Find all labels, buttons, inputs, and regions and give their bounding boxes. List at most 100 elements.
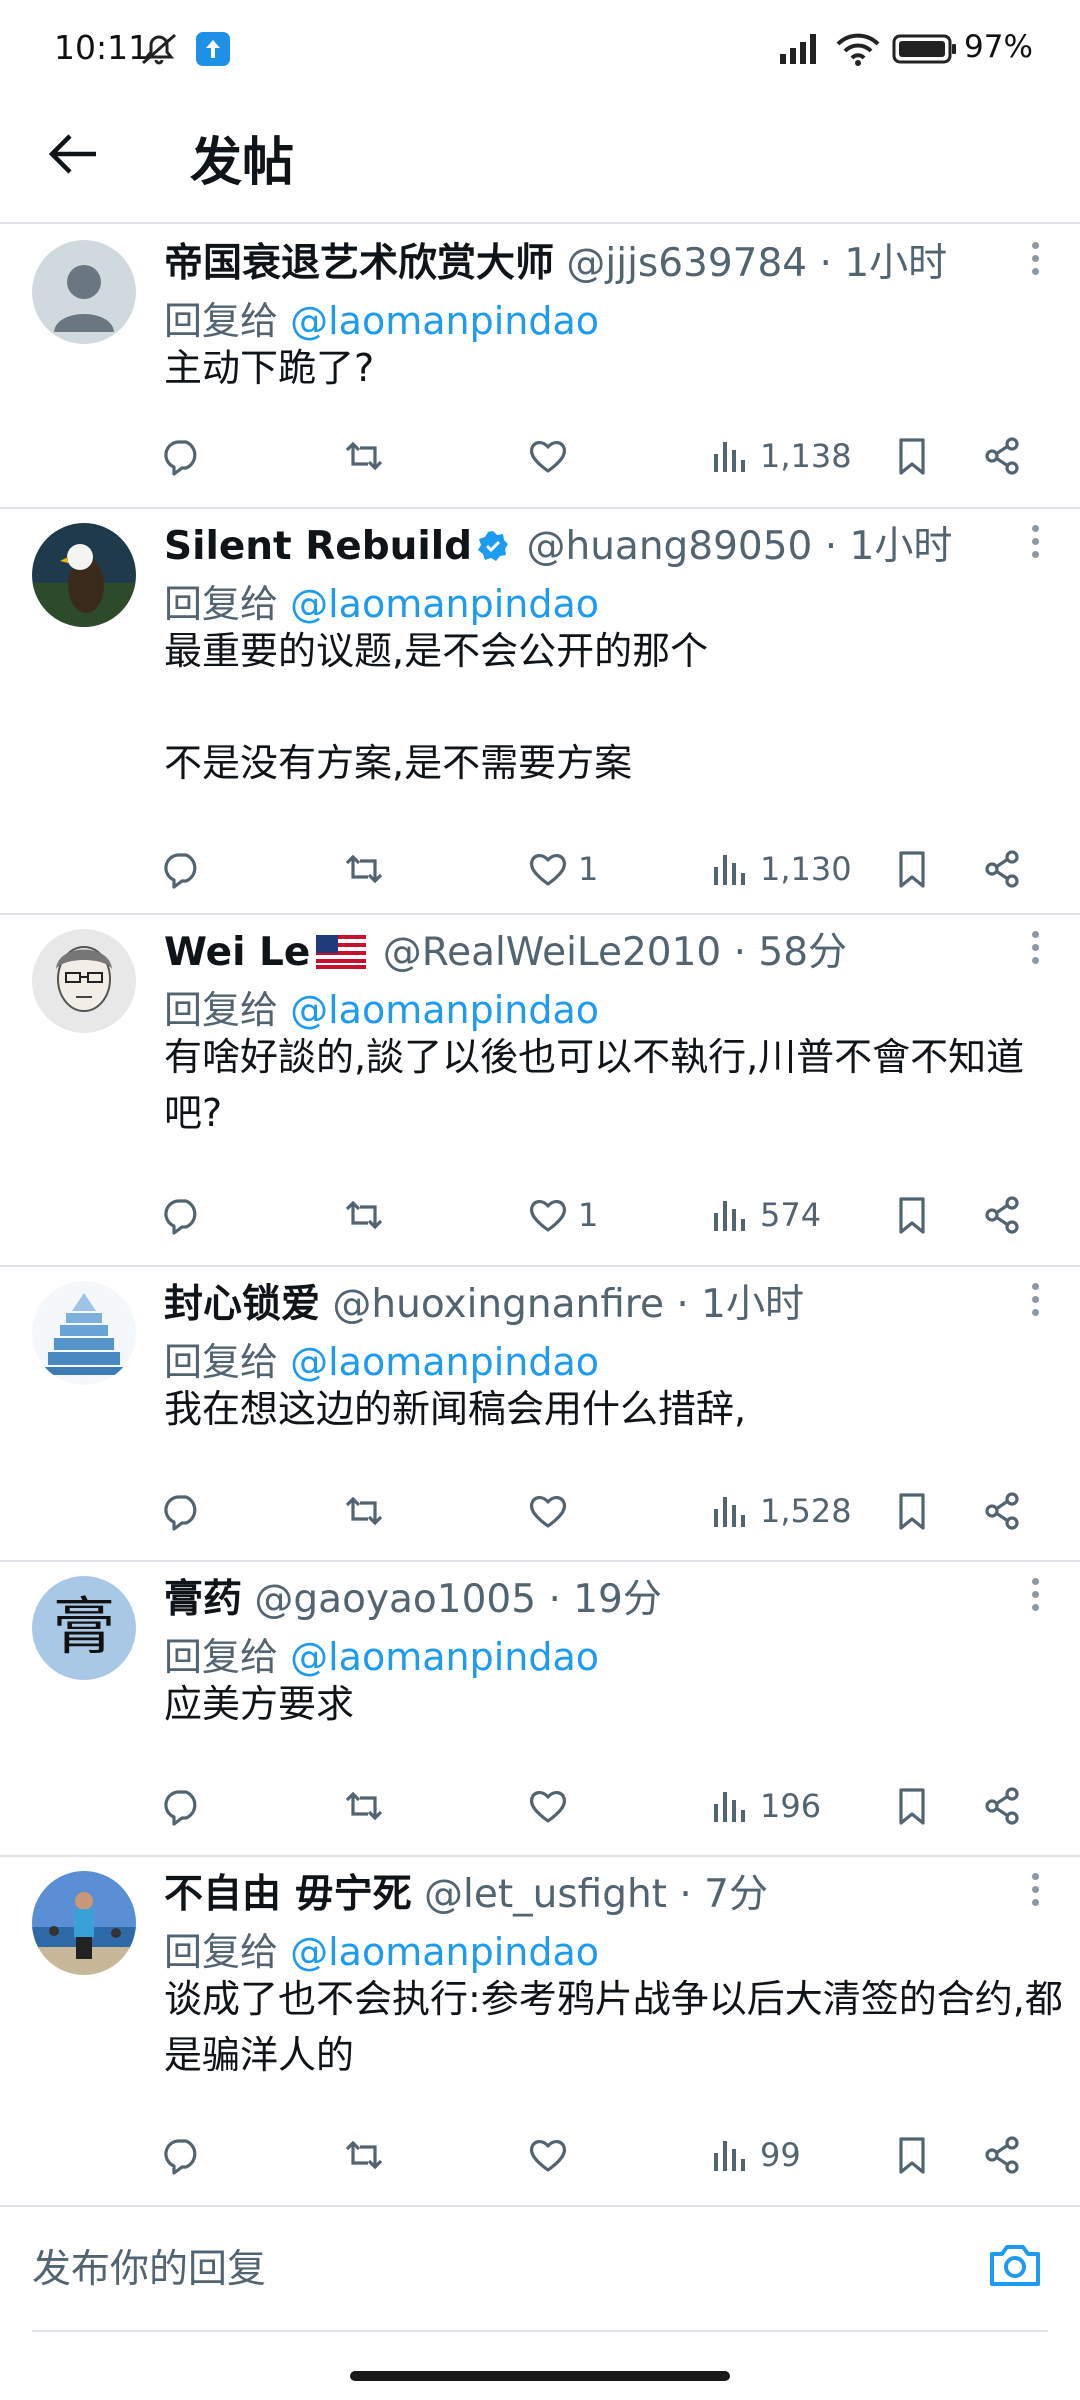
author-handle[interactable]: @gaoyao1005 <box>254 1577 536 1622</box>
tweet-header: 不自由 毋宁死 @let_usfight · 7分 <box>164 1863 768 1919</box>
share-icon <box>980 1193 1024 1237</box>
like-button[interactable] <box>526 426 578 486</box>
share-button[interactable] <box>980 839 1024 899</box>
more-options-icon[interactable] <box>1030 1283 1040 1317</box>
views-button[interactable]: 1,130 <box>708 839 852 899</box>
reply-button[interactable] <box>160 1776 204 1836</box>
share-icon <box>980 434 1024 478</box>
tweet-reply[interactable]: Silent Rebuild @huang89050 · 1小时 回复给 @lao… <box>0 509 1080 915</box>
tweet-actions: 1 574 <box>164 1185 1064 1245</box>
bookmark-icon <box>890 1784 934 1828</box>
author-name[interactable]: 封心锁爱 <box>164 1282 320 1327</box>
retweet-button[interactable] <box>342 839 386 899</box>
bookmark-icon <box>890 1193 934 1237</box>
reply-icon <box>160 1784 204 1828</box>
reply-button[interactable] <box>160 1481 204 1541</box>
share-button[interactable] <box>980 426 1024 486</box>
reply-mention-link[interactable]: @laomanpindao <box>290 1635 599 1679</box>
retweet-button[interactable] <box>342 426 386 486</box>
tweet-time: · 1小时 <box>676 1282 804 1327</box>
reply-mention-link[interactable]: @laomanpindao <box>290 299 599 343</box>
gesture-navigation-bar[interactable] <box>350 2371 730 2381</box>
reply-mention-link[interactable]: @laomanpindao <box>290 988 599 1032</box>
reply-composer[interactable]: 发布你的回复 <box>32 2212 1048 2332</box>
author-name[interactable]: 不自由 毋宁死 <box>164 1872 412 1917</box>
tweet-reply[interactable]: 不自由 毋宁死 @let_usfight · 7分 回复给 @laomanpind… <box>0 1857 1080 2207</box>
reply-button[interactable] <box>160 1185 204 1245</box>
reply-button[interactable] <box>160 426 204 486</box>
tweet-reply[interactable]: 膏膏药 @gaoyao1005 · 19分 回复给 @laomanpindao 应美… <box>0 1562 1080 1857</box>
more-options-icon[interactable] <box>1030 1578 1040 1612</box>
more-options-icon[interactable] <box>1030 242 1040 276</box>
views-chart-icon <box>708 434 752 478</box>
share-button[interactable] <box>980 1776 1024 1836</box>
views-chart-icon <box>708 1489 752 1533</box>
signal-icon <box>780 34 816 64</box>
views-chart-icon <box>708 2133 752 2177</box>
avatar[interactable] <box>32 929 136 1033</box>
share-button[interactable] <box>980 1185 1024 1245</box>
retweet-button[interactable] <box>342 1481 386 1541</box>
retweet-icon <box>342 1193 386 1237</box>
reply-icon <box>160 847 204 891</box>
reply-to-line: 回复给 @laomanpindao <box>164 979 599 1034</box>
author-handle[interactable]: @let_usfight <box>424 1872 667 1917</box>
tweet-reply[interactable]: Wei Le @RealWeiLe2010 · 58分 回复给 @laomanpi… <box>0 915 1080 1267</box>
tweet-reply[interactable]: 封心锁爱 @huoxingnanfire · 1小时 回复给 @laomanpin… <box>0 1267 1080 1562</box>
bookmark-button[interactable] <box>890 839 934 899</box>
tweet-header: 膏药 @gaoyao1005 · 19分 <box>164 1568 662 1624</box>
retweet-icon <box>342 1489 386 1533</box>
bookmark-button[interactable] <box>890 1481 934 1541</box>
bookmark-button[interactable] <box>890 1776 934 1836</box>
views-button[interactable]: 196 <box>708 1776 821 1836</box>
avatar[interactable] <box>32 1871 136 1975</box>
status-bar: 10:11 97% <box>0 0 1080 100</box>
bookmark-button[interactable] <box>890 426 934 486</box>
back-arrow-icon[interactable] <box>44 124 104 184</box>
more-options-icon[interactable] <box>1030 1873 1040 1907</box>
reply-button[interactable] <box>160 2125 204 2185</box>
camera-icon[interactable] <box>986 2236 1044 2294</box>
views-button[interactable]: 1,528 <box>708 1481 852 1541</box>
avatar[interactable] <box>32 240 136 344</box>
retweet-button[interactable] <box>342 1776 386 1836</box>
like-button[interactable] <box>526 2125 578 2185</box>
heart-icon <box>526 1193 570 1237</box>
tweet-reply[interactable]: 帝国衰退艺术欣赏大师 @jjjs639784 · 1小时 回复给 @laomanp… <box>0 226 1080 509</box>
views-button[interactable]: 99 <box>708 2125 801 2185</box>
like-button[interactable] <box>526 1481 578 1541</box>
like-button[interactable] <box>526 1776 578 1836</box>
share-icon <box>980 2133 1024 2177</box>
author-handle[interactable]: @huoxingnanfire <box>332 1282 664 1327</box>
more-options-icon[interactable] <box>1030 931 1040 965</box>
retweet-button[interactable] <box>342 2125 386 2185</box>
share-button[interactable] <box>980 2125 1024 2185</box>
avatar[interactable] <box>32 523 136 627</box>
reply-mention-link[interactable]: @laomanpindao <box>290 1930 599 1974</box>
bookmark-button[interactable] <box>890 2125 934 2185</box>
like-button[interactable]: 1 <box>526 839 598 899</box>
avatar[interactable] <box>32 1281 136 1385</box>
author-handle[interactable]: @huang89050 <box>526 524 812 569</box>
author-handle[interactable]: @RealWeiLe2010 <box>383 930 721 975</box>
reply-input-placeholder[interactable]: 发布你的回复 <box>32 2238 266 2294</box>
author-name[interactable]: 帝国衰退艺术欣赏大师 <box>164 241 554 286</box>
author-name[interactable]: 膏药 <box>164 1577 242 1622</box>
avatar[interactable]: 膏 <box>32 1576 136 1680</box>
share-button[interactable] <box>980 1481 1024 1541</box>
author-name[interactable]: Silent Rebuild <box>164 524 472 569</box>
reply-mention-link[interactable]: @laomanpindao <box>290 1340 599 1384</box>
author-name[interactable]: Wei Le <box>164 930 310 975</box>
views-chart-icon <box>708 847 752 891</box>
tweet-actions: 1 1,130 <box>164 839 1064 899</box>
reply-button[interactable] <box>160 839 204 899</box>
views-button[interactable]: 1,138 <box>708 426 852 486</box>
more-options-icon[interactable] <box>1030 525 1040 559</box>
reply-mention-link[interactable]: @laomanpindao <box>290 582 599 626</box>
author-handle[interactable]: @jjjs639784 <box>566 241 807 286</box>
retweet-button[interactable] <box>342 1185 386 1245</box>
views-count: 196 <box>760 1787 822 1825</box>
bookmark-button[interactable] <box>890 1185 934 1245</box>
views-button[interactable]: 574 <box>708 1185 821 1245</box>
like-button[interactable]: 1 <box>526 1185 598 1245</box>
